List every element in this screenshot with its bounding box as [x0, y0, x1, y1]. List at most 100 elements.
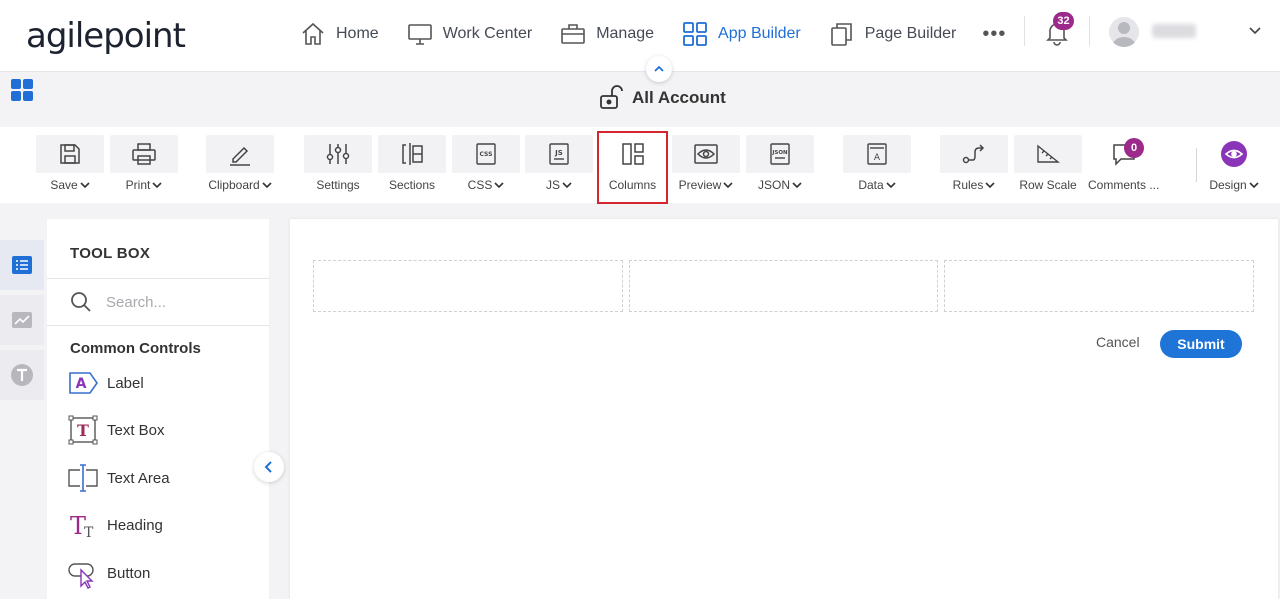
- save-icon: [60, 144, 80, 164]
- svg-text:A: A: [874, 153, 881, 163]
- form-list-icon: [12, 256, 32, 274]
- toolbar-row-scale-label: Row Scale: [1019, 178, 1077, 192]
- avatar[interactable]: [1109, 17, 1139, 47]
- search-input[interactable]: [106, 293, 226, 311]
- svg-text:T: T: [84, 525, 94, 541]
- label-icon: A: [69, 372, 98, 394]
- toolbar-css-label: CSS: [467, 178, 493, 192]
- cancel-button[interactable]: Cancel: [1096, 334, 1140, 350]
- toolbar-print-label: Print: [125, 178, 151, 192]
- toolbar-columns[interactable]: Columns: [597, 131, 668, 204]
- toolbar-clipboard-label: Clipboard: [208, 178, 260, 192]
- collapse-header-button[interactable]: [646, 56, 672, 82]
- form-column-drop-zone[interactable]: [944, 260, 1254, 312]
- svg-text:CSS: CSS: [480, 151, 493, 158]
- css-file-icon: CSS: [476, 143, 496, 165]
- rail-text-tab[interactable]: [0, 350, 44, 400]
- username-blurred: [1152, 24, 1196, 38]
- toolbar-print[interactable]: Print: [110, 135, 178, 197]
- monitor-icon: [407, 24, 432, 45]
- toolbar-row-scale[interactable]: Row Scale: [1014, 135, 1082, 197]
- toolbar-js[interactable]: JS JS: [525, 135, 593, 197]
- toolbar-css[interactable]: CSS CSS: [452, 135, 520, 197]
- chevron-down-icon: [1249, 182, 1259, 189]
- comments-count-badge: 0: [1124, 138, 1144, 158]
- nav-home[interactable]: Home: [300, 21, 379, 47]
- nav-page-builder[interactable]: Page Builder: [829, 21, 956, 47]
- toolbar-data[interactable]: A Data: [843, 135, 911, 197]
- form-column-drop-zone[interactable]: [313, 260, 623, 312]
- chevron-down-icon: [886, 182, 896, 189]
- toolbar-settings[interactable]: Settings: [304, 135, 372, 197]
- grid-icon: [683, 22, 707, 46]
- toolbar-save[interactable]: Save: [36, 135, 104, 197]
- toolbar-columns-label: Columns: [608, 178, 657, 192]
- toolbar-design-label: Design: [1209, 178, 1247, 192]
- rail-toolbox-tab[interactable]: [0, 240, 44, 290]
- toolbox-search: [70, 291, 226, 313]
- form-canvas: Cancel Submit: [290, 219, 1278, 599]
- data-book-icon: A: [867, 143, 887, 165]
- rules-route-icon: [962, 144, 985, 164]
- print-icon: [132, 143, 156, 165]
- chevron-down-icon: [562, 182, 572, 189]
- control-text-box-text: Text Box: [107, 421, 165, 439]
- toolbar-rules-label: Rules: [952, 178, 984, 192]
- user-icon: [1112, 22, 1136, 47]
- control-text-area-text: Text Area: [107, 469, 170, 487]
- columns-icon: [621, 143, 644, 165]
- toolbar-design[interactable]: Design: [1200, 135, 1268, 197]
- control-button-text: Button: [107, 564, 151, 582]
- svg-text:JSON: JSON: [771, 150, 788, 156]
- agilepoint-logo[interactable]: agilepoint: [26, 14, 186, 58]
- more-menu-button[interactable]: •••: [982, 23, 1006, 46]
- control-text-box[interactable]: T Text Box: [67, 414, 165, 446]
- chevron-down-icon: [152, 182, 162, 189]
- control-button[interactable]: Button: [67, 557, 150, 589]
- rail-analytics-tab[interactable]: [0, 295, 44, 345]
- toolbar-json[interactable]: JSON JSON: [746, 135, 814, 197]
- chevron-down-icon: [494, 182, 504, 189]
- design-eye-icon: [1221, 141, 1247, 167]
- svg-text:A: A: [76, 376, 87, 392]
- toolbar-rules[interactable]: Rules: [940, 135, 1008, 197]
- collapse-toolbox-button[interactable]: [254, 452, 284, 482]
- apps-grid-icon[interactable]: [10, 78, 34, 102]
- chevron-down-icon: [262, 182, 272, 189]
- nav-work-center[interactable]: Work Center: [407, 21, 533, 47]
- toolbar-preview[interactable]: Preview: [672, 135, 740, 197]
- toolbar-json-label: JSON: [757, 178, 790, 192]
- toolbar-clipboard[interactable]: Clipboard: [206, 135, 274, 197]
- sliders-icon: [326, 144, 350, 164]
- briefcase-icon: [561, 24, 586, 44]
- text-circle-icon: [11, 364, 33, 386]
- json-file-icon: JSON: [770, 143, 790, 165]
- control-text-area[interactable]: Text Area: [67, 462, 170, 494]
- top-header: agilepoint Home Work Center Manage App B…: [0, 0, 1280, 72]
- toolbar-save-label: Save: [50, 178, 78, 192]
- nav-work-center-label: Work Center: [442, 25, 533, 42]
- divider: [47, 278, 269, 279]
- nav-manage[interactable]: Manage: [560, 21, 654, 47]
- control-label[interactable]: A Label: [67, 367, 144, 399]
- chevron-left-icon: [264, 461, 272, 473]
- toolbox-title: TOOL BOX: [70, 245, 151, 262]
- main-nav: Home Work Center Manage App Builder Page…: [300, 18, 1006, 50]
- chevron-down-icon: [723, 182, 733, 189]
- toolbox-panel: TOOL BOX Common Controls A Label T Text …: [47, 219, 269, 599]
- form-column-drop-zone[interactable]: [629, 260, 938, 312]
- control-heading[interactable]: TT Heading: [67, 509, 163, 541]
- toolbar-divider: [1196, 148, 1197, 182]
- toolbar-comments-label: Comments ...: [1088, 178, 1160, 192]
- textbox-icon: T: [68, 415, 98, 445]
- pencil-icon: [230, 146, 250, 166]
- toolbar-sections[interactable]: Sections: [378, 135, 446, 197]
- header-divider-2: [1089, 16, 1090, 46]
- nav-app-builder[interactable]: App Builder: [682, 21, 801, 47]
- chevron-down-icon[interactable]: [1248, 24, 1262, 38]
- notification-badge: 32: [1053, 12, 1074, 30]
- header-divider: [1024, 16, 1025, 46]
- home-icon: [302, 22, 324, 45]
- submit-button[interactable]: Submit: [1160, 330, 1242, 358]
- page-title: All Account: [598, 84, 726, 112]
